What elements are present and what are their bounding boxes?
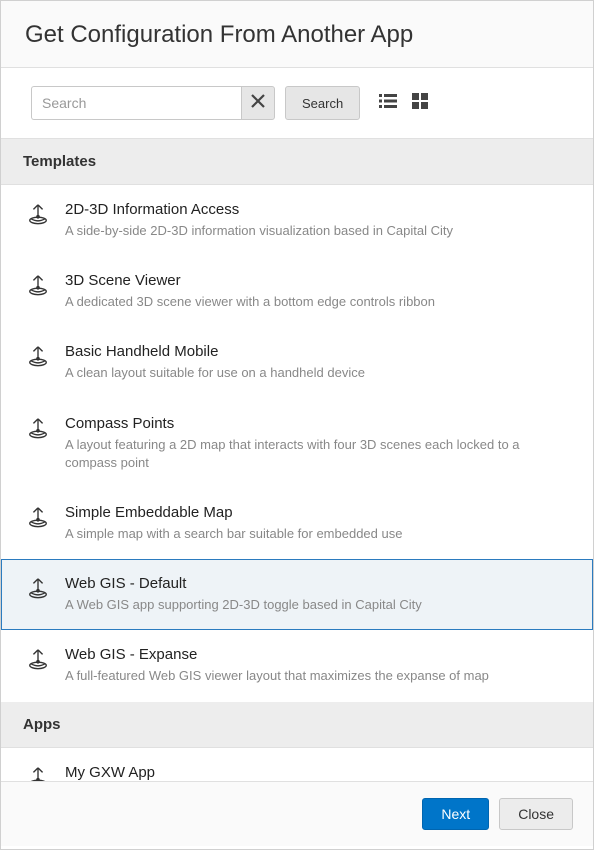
dialog-title: Get Configuration From Another App: [25, 21, 569, 49]
list-item-title: Web GIS - Default: [65, 575, 571, 592]
list-item-text: Compass Points A layout featuring a 2D ma…: [65, 415, 571, 472]
view-toggle: [376, 91, 432, 115]
dialog-footer: Next Close: [1, 782, 593, 846]
search-button[interactable]: Search: [285, 86, 360, 120]
list-item-desc: A full-featured Web GIS viewer layout th…: [65, 667, 571, 685]
list-item-title: Web GIS - Expanse: [65, 646, 571, 663]
app-icon: [27, 345, 49, 367]
list-item[interactable]: 2D-3D Information Access A side-by-side 2…: [1, 185, 593, 256]
content-list[interactable]: Templates 2D-3D Information Access A side…: [1, 138, 593, 782]
close-button[interactable]: Close: [499, 798, 573, 830]
list-item-title: My GXW App: [65, 764, 571, 781]
section-header-templates: Templates: [1, 139, 593, 185]
list-item-title: Basic Handheld Mobile: [65, 343, 571, 360]
grid-icon: [410, 91, 430, 116]
section-header-apps: Apps: [1, 702, 593, 748]
list-item-text: Basic Handheld Mobile A clean layout suit…: [65, 343, 571, 382]
list-item[interactable]: Web GIS - Expanse A full-featured Web GIS…: [1, 630, 593, 701]
list-item-text: 3D Scene Viewer A dedicated 3D scene view…: [65, 272, 571, 311]
list-item-text: My GXW App: [65, 764, 571, 783]
list-item-text: Web GIS - Default A Web GIS app supportin…: [65, 575, 571, 614]
grid-view-button[interactable]: [408, 91, 432, 115]
list-item[interactable]: 3D Scene Viewer A dedicated 3D scene view…: [1, 256, 593, 327]
list-item-desc: A clean layout suitable for use on a han…: [65, 364, 571, 382]
next-button[interactable]: Next: [422, 798, 489, 830]
list-item-title: Simple Embeddable Map: [65, 504, 571, 521]
list-item[interactable]: My GXW App: [1, 748, 593, 783]
list-item-text: Simple Embeddable Map A simple map with a…: [65, 504, 571, 543]
list-icon: [378, 91, 398, 116]
list-item-title: 2D-3D Information Access: [65, 201, 571, 218]
close-icon: [251, 94, 265, 113]
list-item[interactable]: Simple Embeddable Map A simple map with a…: [1, 488, 593, 559]
app-icon: [27, 417, 49, 439]
clear-search-button[interactable]: [241, 86, 275, 120]
list-item[interactable]: Compass Points A layout featuring a 2D ma…: [1, 399, 593, 488]
list-item-desc: A simple map with a search bar suitable …: [65, 525, 571, 543]
list-item[interactable]: Basic Handheld Mobile A clean layout suit…: [1, 327, 593, 398]
list-item-text: 2D-3D Information Access A side-by-side 2…: [65, 201, 571, 240]
list-item-desc: A Web GIS app supporting 2D-3D toggle ba…: [65, 596, 571, 614]
list-item[interactable]: Web GIS - Default A Web GIS app supportin…: [1, 559, 593, 630]
list-item-desc: A dedicated 3D scene viewer with a botto…: [65, 293, 571, 311]
app-icon: [27, 274, 49, 296]
search-wrap: [31, 86, 275, 120]
list-item-title: 3D Scene Viewer: [65, 272, 571, 289]
app-icon: [27, 506, 49, 528]
app-icon: [27, 648, 49, 670]
search-input[interactable]: [31, 86, 241, 120]
app-icon: [27, 766, 49, 783]
app-icon: [27, 203, 49, 225]
list-view-button[interactable]: [376, 91, 400, 115]
list-item-text: Web GIS - Expanse A full-featured Web GIS…: [65, 646, 571, 685]
app-icon: [27, 577, 49, 599]
list-item-title: Compass Points: [65, 415, 571, 432]
list-item-desc: A layout featuring a 2D map that interac…: [65, 436, 571, 472]
toolbar: Search: [1, 68, 593, 138]
list-item-desc: A side-by-side 2D-3D information visuali…: [65, 222, 571, 240]
dialog-header: Get Configuration From Another App: [1, 1, 593, 68]
